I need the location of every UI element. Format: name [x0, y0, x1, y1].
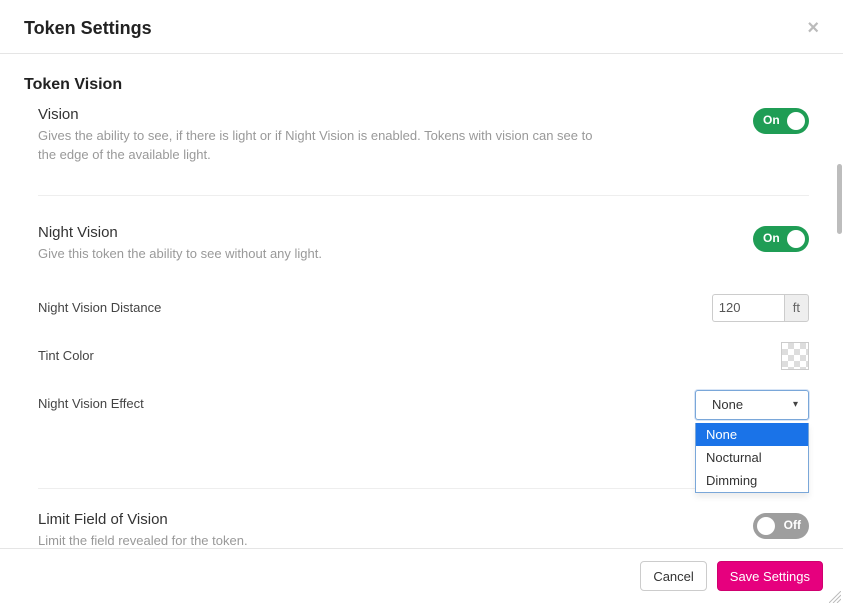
- nv-effect-option[interactable]: None: [696, 423, 808, 446]
- nv-effect-option[interactable]: Dimming: [696, 469, 808, 492]
- night-vision-label: Night Vision: [38, 224, 598, 241]
- toggle-knob: [787, 112, 805, 130]
- nv-effect-select[interactable]: None ▾: [695, 390, 809, 420]
- scrollbar-thumb[interactable]: [837, 164, 842, 234]
- vision-label: Vision: [38, 106, 598, 123]
- toggle-knob: [757, 517, 775, 535]
- nv-distance-input[interactable]: [712, 294, 784, 322]
- vision-toggle[interactable]: On: [753, 108, 809, 134]
- nv-effect-label: Night Vision Effect: [38, 390, 144, 411]
- tint-color-swatch[interactable]: [781, 342, 809, 370]
- nv-effect-value: None: [712, 397, 743, 412]
- nv-distance-label: Night Vision Distance: [38, 300, 161, 315]
- vision-desc: Gives the ability to see, if there is li…: [38, 127, 598, 165]
- section-title: Token Vision: [0, 54, 837, 100]
- resize-handle-icon[interactable]: [829, 591, 841, 603]
- night-vision-toggle[interactable]: On: [753, 226, 809, 252]
- tint-color-label: Tint Color: [38, 348, 94, 363]
- limit-fov-label: Limit Field of Vision: [38, 511, 598, 528]
- close-icon[interactable]: ×: [807, 18, 819, 38]
- limit-fov-toggle[interactable]: Off: [753, 513, 809, 539]
- toggle-knob: [787, 230, 805, 248]
- nv-distance-unit: ft: [784, 294, 809, 322]
- scrollbar[interactable]: [837, 54, 843, 548]
- night-vision-desc: Give this token the ability to see witho…: [38, 245, 598, 264]
- modal-title: Token Settings: [24, 18, 152, 39]
- cancel-button[interactable]: Cancel: [640, 561, 706, 591]
- nv-effect-option[interactable]: Nocturnal: [696, 446, 808, 469]
- toggle-label: On: [763, 231, 780, 245]
- save-settings-button[interactable]: Save Settings: [717, 561, 823, 591]
- toggle-label: Off: [784, 518, 801, 532]
- settings-body: Token Vision Vision Gives the ability to…: [0, 54, 837, 548]
- toggle-label: On: [763, 113, 780, 127]
- nv-effect-dropdown: None Nocturnal Dimming: [695, 423, 809, 493]
- chevron-down-icon: ▾: [793, 399, 798, 410]
- limit-fov-desc: Limit the field revealed for the token.: [38, 532, 598, 548]
